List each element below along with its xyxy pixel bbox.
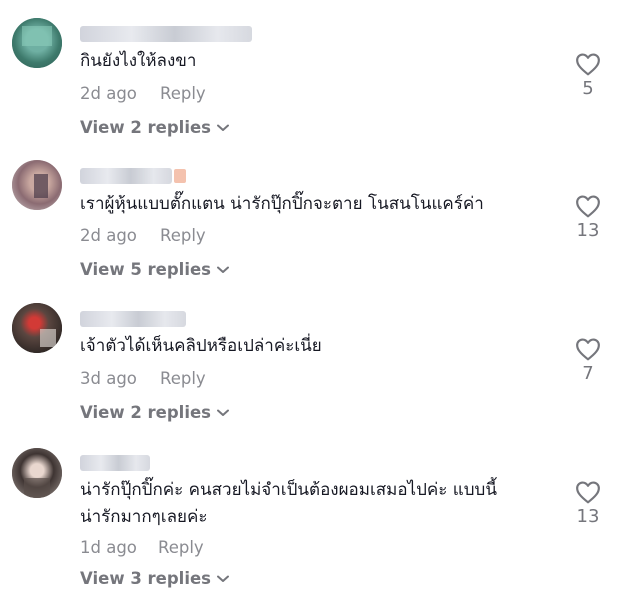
username-blurred[interactable] [80, 168, 186, 184]
comment-meta: 2d ago Reply [80, 84, 206, 103]
heart-outline-icon[interactable] [575, 480, 601, 504]
comment-text: เราผู้หุ้นแบบตั๊กแตน น่ารักปุ๊กปิ๊กจะตาย… [80, 194, 484, 214]
reply-button[interactable]: Reply [160, 226, 206, 245]
heart-outline-icon[interactable] [575, 337, 601, 361]
comment-meta: 2d ago Reply [80, 226, 206, 245]
comment-text: น่ารักปุ๊กปิ๊กค่ะ คนสวยไม่จำเป็นต้องผอมเ… [80, 477, 560, 531]
reply-button[interactable]: Reply [160, 84, 206, 103]
comment-date: 2d ago [80, 226, 137, 245]
like-control[interactable]: 13 [568, 194, 608, 241]
avatar[interactable] [12, 303, 62, 353]
comment-meta: 3d ago Reply [80, 369, 206, 388]
like-control[interactable]: 5 [568, 52, 608, 99]
chevron-down-icon [217, 266, 230, 274]
comment-meta: 1d ago Reply [80, 538, 204, 557]
view-replies-button[interactable]: View 3 replies [80, 569, 230, 588]
heart-outline-icon[interactable] [575, 52, 601, 76]
view-replies-label: View 3 replies [80, 569, 212, 588]
like-count: 13 [576, 220, 600, 241]
view-replies-button[interactable]: View 2 replies [80, 403, 230, 422]
comment-text-line: น่ารักปุ๊กปิ๊กค่ะ คนสวยไม่จำเป็นต้องผอมเ… [80, 480, 497, 500]
comment-text-line: น่ารักมากๆเลยค่ะ [80, 507, 208, 527]
comment-text: กินยังไงให้ลงขา [80, 51, 197, 71]
comment-date: 2d ago [80, 84, 137, 103]
like-control[interactable]: 13 [568, 480, 608, 527]
like-control[interactable]: 7 [568, 337, 608, 384]
view-replies-button[interactable]: View 5 replies [80, 260, 230, 279]
view-replies-label: View 5 replies [80, 260, 212, 279]
comment-text: เจ้าตัวได้เห็นคลิปหรือเปล่าค่ะเนี่ย [80, 336, 322, 356]
reply-button[interactable]: Reply [158, 538, 204, 557]
like-count: 13 [576, 506, 600, 527]
like-count: 7 [582, 363, 594, 384]
username-blurred[interactable] [80, 311, 186, 327]
reply-button[interactable]: Reply [160, 369, 206, 388]
username-emoji-blurred [174, 169, 186, 183]
avatar[interactable] [12, 448, 62, 498]
like-count: 5 [582, 78, 594, 99]
view-replies-label: View 2 replies [80, 403, 212, 422]
comment-date: 1d ago [80, 538, 137, 557]
username-blurred[interactable] [80, 455, 150, 471]
chevron-down-icon [217, 409, 230, 417]
view-replies-label: View 2 replies [80, 118, 212, 137]
comment-date: 3d ago [80, 369, 137, 388]
avatar[interactable] [12, 160, 62, 210]
username-blurred[interactable] [80, 26, 252, 42]
avatar[interactable] [12, 18, 62, 68]
chevron-down-icon [217, 124, 230, 132]
chevron-down-icon [217, 575, 230, 583]
view-replies-button[interactable]: View 2 replies [80, 118, 230, 137]
heart-outline-icon[interactable] [575, 194, 601, 218]
